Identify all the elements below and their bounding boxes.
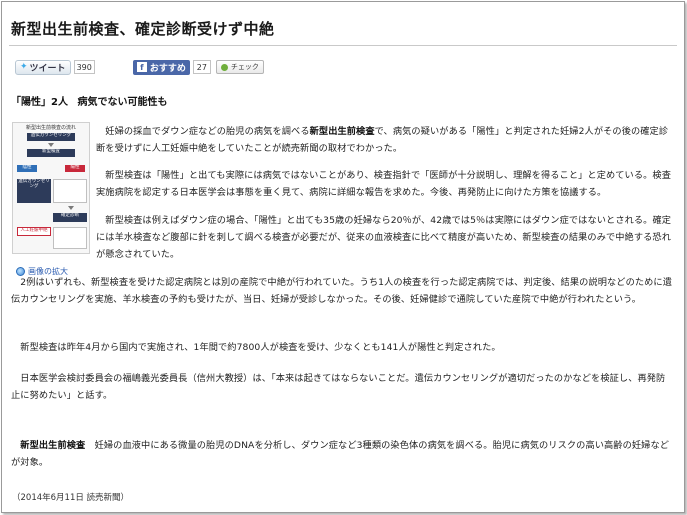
paragraph-6: 日本医学会検討委員会の福嶋義光委員長（信州大教授）は、「本来は起きてはならないこ… <box>11 373 666 401</box>
article-source: （2014年6月11日 読売新聞） <box>12 493 130 503</box>
paragraph-2: 新型検査は「陽性」と出ても実際には病気ではないことがあり、検査指針で「医師が十分… <box>96 170 671 198</box>
figure-text-block-2 <box>53 227 87 249</box>
mixi-check-button[interactable]: チェック <box>215 60 264 74</box>
paragraph-3: 新型検査は例えばダウン症の場合、「陽性」と出ても35歳の妊婦なら20％が、42歳… <box>96 215 672 260</box>
subheading-part1: 「陽性」2人 <box>11 97 68 108</box>
figure-arrow <box>48 143 54 147</box>
figure-box-positive: 陽性 <box>65 165 85 172</box>
paragraph-1-text-a: 妊婦の採血でダウン症などの胎児の病気を調べる <box>96 126 310 137</box>
figure-box-counseling-2: 遺伝カウンセリング <box>17 179 51 203</box>
figure-text-block <box>53 179 87 203</box>
figure-arrow-2 <box>68 206 74 210</box>
article-title: 新型出生前検査、確定診断受けず中絶 <box>11 20 275 38</box>
paragraph-4: 2例はいずれも、新型検査を受けた認定病院とは別の産院で中絶が行われていた。うち1… <box>11 277 672 305</box>
paragraph-5: 新型検査は昨年4月から国内で実施され、1年間で約7800人が検査を受け、少なくと… <box>11 342 501 353</box>
facebook-label: おすすめ <box>149 63 186 74</box>
paragraph-1-term: 新型出生前検査 <box>309 126 375 137</box>
paragraph-7-term: 新型出生前検査 <box>20 440 86 451</box>
figure-title: 新型出生前検査の流れ <box>25 125 76 131</box>
article-frame: 新型出生前検査、確定診断受けず中絶 ✦ ツイート 390 f おすすめ 27 チ… <box>1 1 685 513</box>
article-subheading: 「陽性」2人 病気でない可能性も <box>11 93 167 108</box>
figure-thumbnail[interactable]: 新型出生前検査の流れ 遺伝カウンセリング 新型検査 陰性 陽性 遺伝カウンセリン… <box>12 122 90 254</box>
title-divider <box>9 45 677 46</box>
share-bar: ✦ ツイート 390 f おすすめ 27 チェック <box>15 59 264 75</box>
check-label: チェック <box>230 63 259 71</box>
tweet-label: ツイート <box>29 63 66 74</box>
mixi-check-icon <box>220 63 228 71</box>
paragraph-7-text: 妊婦の血液中にある微量の胎児のDNAを分析し、ダウン症など3種類の染色体の病気を… <box>11 440 670 468</box>
paragraph-7-indent <box>11 440 20 451</box>
figure-box-negative: 陰性 <box>17 165 37 172</box>
figure-box-test: 新型検査 <box>27 149 75 157</box>
paragraph-7: 新型出生前検査 妊婦の血液中にある微量の胎児のDNAを分析し、ダウン症など3種類… <box>11 437 674 471</box>
figure-box-abortion: 人工妊娠中絶 <box>17 227 51 236</box>
tweet-count: 390 <box>73 60 95 74</box>
tweet-button[interactable]: ✦ ツイート <box>15 59 71 75</box>
subheading-part2: 病気でない可能性も <box>77 97 168 108</box>
facebook-count: 27 <box>192 60 211 74</box>
facebook-recommend-button[interactable]: f おすすめ <box>132 59 190 75</box>
figure-box-counseling: 遺伝カウンセリング <box>27 133 75 141</box>
figure-box-diagnosis: 確定診断 <box>53 213 87 222</box>
facebook-f-icon: f <box>136 62 147 72</box>
paragraph-1: 妊婦の採血でダウン症などの胎児の病気を調べる新型出生前検査で、病気の疑いがある「… <box>96 123 674 157</box>
bird-icon: ✦ <box>20 62 28 72</box>
